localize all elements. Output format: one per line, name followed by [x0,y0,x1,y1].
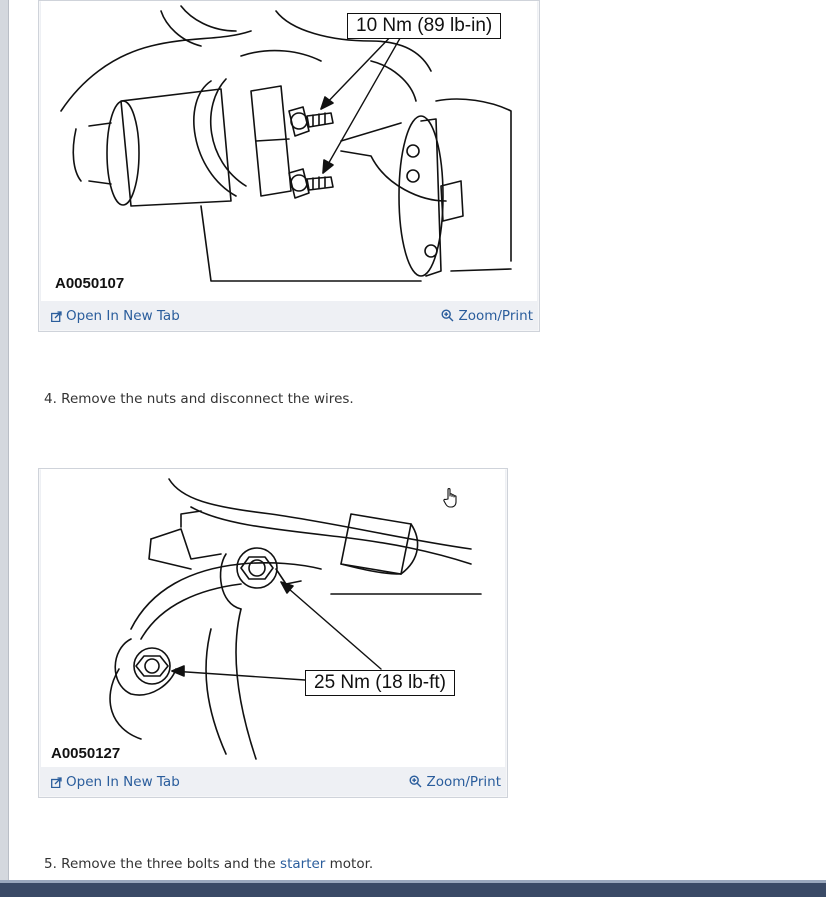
window-left-edge [0,0,9,894]
starter-solenoid-illustration: 10 Nm (89 lb-in) A0050107 [41,1,537,301]
open-new-tab-icon [51,776,62,792]
figure-starter-bolts: 25 Nm (18 lb-ft) A0050127 Open In New Ta… [38,468,508,798]
zoom-icon [409,775,422,792]
torque-callout-1: 10 Nm (89 lb-in) [347,13,502,39]
zoom-print-link-1[interactable]: Zoom/Print [441,308,533,326]
figure-id-1: A0050107 [55,275,125,292]
open-in-new-tab-label: Open In New Tab [66,308,180,324]
open-in-new-tab-link-2[interactable]: Open In New Tab [51,774,180,792]
open-in-new-tab-label: Open In New Tab [66,774,180,790]
step-5-suffix: motor. [325,856,374,872]
zoom-print-label: Zoom/Print [426,774,501,790]
figure-1-toolbar: Open In New Tab Zoom/Print [39,304,539,328]
open-new-tab-icon [51,310,62,326]
torque-callout-2: 25 Nm (18 lb-ft) [305,670,455,696]
figure-id-2: A0050127 [51,745,121,762]
zoom-icon [441,309,454,326]
hand-cursor-icon [443,487,459,513]
figure-starter-solenoid: 10 Nm (89 lb-in) A0050107 Open In New Ta… [38,0,540,332]
step-5-prefix: 5. Remove the three bolts and the [44,856,281,872]
starter-link[interactable]: starter [280,856,325,872]
step-4-text: 4. Remove the nuts and disconnect the wi… [44,391,354,407]
figure-2-toolbar: Open In New Tab Zoom/Print [39,770,507,794]
zoom-print-link-2[interactable]: Zoom/Print [409,774,501,792]
open-in-new-tab-link-1[interactable]: Open In New Tab [51,308,180,326]
step-5-text: 5. Remove the three bolts and the starte… [44,856,373,872]
taskbar-edge [0,880,826,897]
starter-bolts-illustration: 25 Nm (18 lb-ft) A0050127 [41,469,505,767]
zoom-print-label: Zoom/Print [458,308,533,324]
